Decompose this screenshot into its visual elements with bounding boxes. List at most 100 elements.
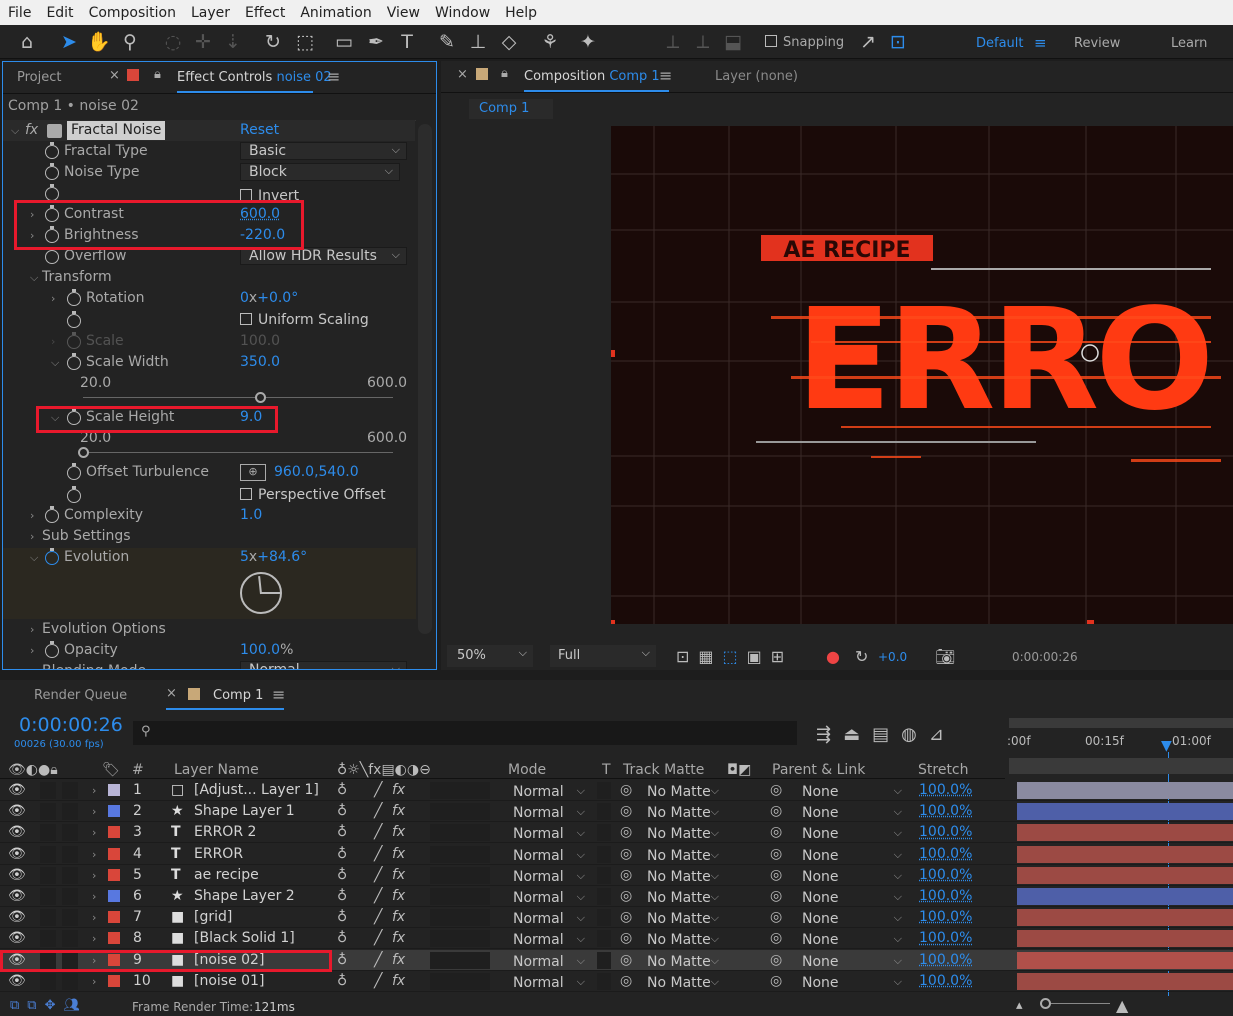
- snap-options-icon[interactable]: ↗: [855, 29, 881, 55]
- parent-dropdown[interactable]: None: [802, 780, 904, 801]
- lock-icon[interactable]: 🔒︎: [501, 66, 508, 81]
- stopwatch-icon[interactable]: [45, 641, 59, 658]
- type-tool-icon[interactable]: T: [394, 29, 420, 55]
- fx-icon[interactable]: fx: [392, 950, 405, 971]
- menu-help[interactable]: Help: [497, 5, 544, 21]
- parent-dropdown[interactable]: None: [802, 928, 904, 949]
- parent-pick-whip-icon[interactable]: ◎: [770, 971, 782, 992]
- chevron-right-icon[interactable]: ›: [92, 886, 96, 907]
- stopwatch-icon[interactable]: [67, 311, 81, 328]
- lock-toggle[interactable]: [62, 888, 78, 905]
- roto-brush-icon[interactable]: ⚘: [537, 29, 563, 55]
- solo-toggle[interactable]: [40, 824, 56, 842]
- fx-icon[interactable]: fx: [25, 120, 38, 141]
- timeline-switch-icons[interactable]: ⇶⏏▤◍⊿: [816, 724, 956, 745]
- solo-toggle[interactable]: [40, 909, 56, 927]
- layer-name[interactable]: [Black Solid 1]: [194, 928, 295, 949]
- orbit-tool-icon[interactable]: ◌: [160, 29, 186, 55]
- track-matte-dropdown[interactable]: No Matte: [647, 801, 721, 822]
- tab-composition[interactable]: Composition Comp 1: [524, 69, 660, 84]
- table-row[interactable]: 👁︎ › 6 ★ Shape Layer 2 ♁ ╱ fx Normal ◎ No Matte ◎ No…: [0, 886, 1233, 907]
- layer-switches[interactable]: [430, 782, 490, 799]
- selection-tool-icon[interactable]: ➤: [56, 29, 82, 55]
- layer-label-color[interactable]: [108, 784, 120, 796]
- stretch-value[interactable]: 100.0%: [919, 886, 972, 907]
- parent-pick-whip-icon[interactable]: ◎: [770, 907, 782, 928]
- layer-duration-bar[interactable]: [1017, 866, 1233, 884]
- lock-toggle[interactable]: [62, 972, 78, 990]
- home-icon[interactable]: ⌂: [14, 29, 40, 55]
- chevron-right-icon[interactable]: ›: [92, 822, 96, 843]
- stopwatch-icon[interactable]: [45, 163, 59, 180]
- quality-switch-icon[interactable]: ╱: [374, 801, 382, 822]
- workspace-learn[interactable]: Learn: [1171, 36, 1207, 51]
- chevron-right-icon[interactable]: ›: [92, 907, 96, 928]
- layer-duration-bar[interactable]: [1017, 909, 1233, 927]
- parent-dropdown[interactable]: None: [802, 822, 904, 843]
- chevron-right-icon[interactable]: ›: [92, 780, 96, 801]
- draft-3d-icon[interactable]: ⏏: [843, 724, 872, 745]
- layer-switches[interactable]: [430, 803, 490, 821]
- chevron-down-icon[interactable]: ⌵: [11, 120, 19, 141]
- effect-name[interactable]: Fractal Noise: [67, 121, 166, 140]
- layer-duration-bar[interactable]: [1017, 930, 1233, 948]
- chevron-right-icon[interactable]: ›: [92, 971, 96, 992]
- dolly-tool-icon[interactable]: ⇣: [220, 29, 246, 55]
- mode-dropdown[interactable]: Normal: [513, 822, 587, 843]
- layer-switches[interactable]: [430, 951, 490, 969]
- stretch-value[interactable]: 100.0%: [919, 950, 972, 971]
- solo-toggle[interactable]: [40, 782, 56, 799]
- layer-name[interactable]: ae recipe: [194, 865, 259, 886]
- fx-icon[interactable]: fx: [392, 886, 405, 907]
- eye-icon[interactable]: 👁︎: [8, 780, 26, 801]
- table-row[interactable]: 👁︎ › 8 ■ [Black Solid 1] ♁ ╱ fx Normal ◎ No Matte ◎…: [0, 928, 1233, 950]
- track-matte-dropdown[interactable]: No Matte: [647, 844, 721, 865]
- layer-label-color[interactable]: [108, 890, 120, 902]
- fx-icon[interactable]: fx: [392, 865, 405, 886]
- layer-name[interactable]: [noise 01]: [194, 971, 264, 992]
- pick-whip-icon[interactable]: ◎: [620, 928, 632, 949]
- viewer-timecode[interactable]: 0:00:00:26: [1012, 650, 1078, 664]
- lock-toggle[interactable]: [62, 845, 78, 863]
- layer-label-color[interactable]: [108, 974, 120, 987]
- chevron-down-icon[interactable]: ⌵: [30, 267, 38, 288]
- stretch-value[interactable]: 100.0%: [919, 865, 972, 886]
- lock-toggle[interactable]: [62, 930, 78, 948]
- menu-view[interactable]: View: [379, 5, 427, 21]
- shy-switch-icon[interactable]: ♁: [337, 822, 347, 843]
- table-row[interactable]: 👁︎ › 3 T ERROR 2 ♁ ╱ fx Normal ◎ No Matte ◎ None 100.…: [0, 822, 1233, 844]
- complexity-value[interactable]: 1.0: [240, 505, 262, 526]
- track-matte-dropdown[interactable]: No Matte: [647, 780, 721, 801]
- region-of-interest-icon[interactable]: ▣: [747, 647, 771, 666]
- snapping-toggle[interactable]: Snapping: [765, 35, 844, 50]
- exposure-value[interactable]: +0.0: [878, 650, 907, 664]
- fractal-type-dropdown[interactable]: Basic: [240, 142, 407, 160]
- crosshair-icon[interactable]: ⊕: [240, 464, 266, 481]
- mask-visibility-icon[interactable]: ⬚: [723, 647, 747, 666]
- lock-toggle[interactable]: [62, 909, 78, 927]
- search-input[interactable]: ⚲: [133, 721, 797, 745]
- fx-icon[interactable]: fx: [392, 844, 405, 865]
- lock-icon[interactable]: 🔒︎: [154, 67, 161, 82]
- fx-icon[interactable]: fx: [392, 822, 405, 843]
- mode-dropdown[interactable]: Normal: [513, 865, 587, 886]
- preserve-transparency-toggle[interactable]: [597, 782, 611, 799]
- table-row[interactable]: 👁︎ › 1 □ [Adjust... Layer 1] ♁ ╱ fx Normal ◎ No Ma…: [0, 780, 1233, 801]
- solo-toggle[interactable]: [40, 845, 56, 863]
- quality-switch-icon[interactable]: ╱: [374, 928, 382, 949]
- scale-width-slider-knob[interactable]: [254, 392, 266, 403]
- menu-effect[interactable]: Effect: [237, 5, 292, 21]
- preserve-transparency-toggle[interactable]: [597, 888, 611, 905]
- workspace-review[interactable]: Review: [1074, 36, 1120, 51]
- shy-switch-icon[interactable]: ♁: [337, 780, 347, 801]
- pick-whip-icon[interactable]: ◎: [620, 865, 632, 886]
- graph-editor-icon[interactable]: ⊿: [929, 724, 956, 745]
- layer-name[interactable]: [grid]: [194, 907, 232, 928]
- tab-effect-controls[interactable]: Effect Controls noise 02: [177, 70, 332, 85]
- evolution-value[interactable]: 5x+84.6°: [240, 547, 307, 568]
- chevron-right-icon[interactable]: ›: [92, 801, 96, 822]
- evolution-degrees[interactable]: +84.6: [257, 549, 300, 565]
- tab-render-queue[interactable]: Render Queue: [34, 688, 127, 703]
- mode-dropdown[interactable]: Normal: [513, 907, 587, 928]
- stretch-value[interactable]: 100.0%: [919, 801, 972, 822]
